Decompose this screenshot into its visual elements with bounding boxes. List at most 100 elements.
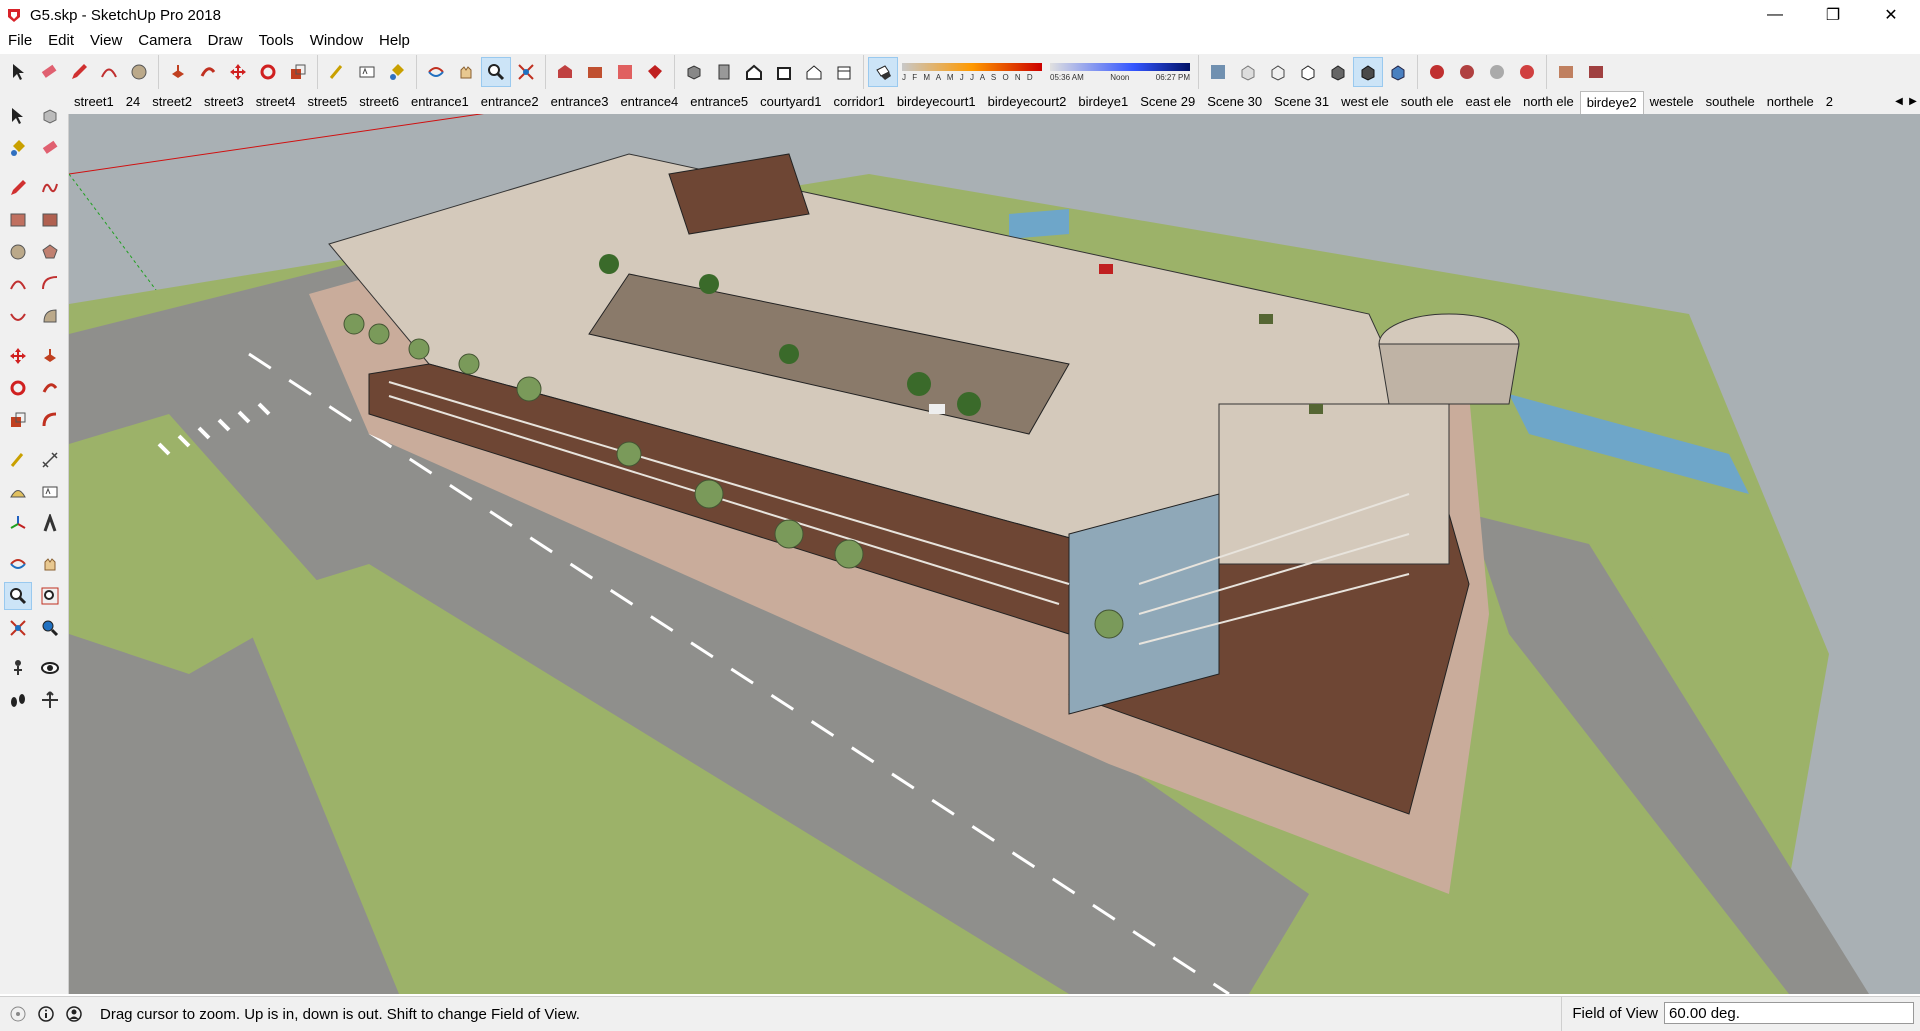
palette-scale-icon[interactable] [4,406,32,434]
palette-offset-icon[interactable] [36,406,64,434]
palette-select-icon[interactable] [4,102,32,130]
restore-button[interactable]: ❐ [1804,0,1862,30]
shadows-toggle-icon[interactable] [868,57,898,87]
model-viewport[interactable] [69,114,1920,994]
palette-circle-icon[interactable] [4,238,32,266]
palette-move-icon[interactable] [4,342,32,370]
menu-camera[interactable]: Camera [130,30,199,52]
scene-tab[interactable]: street6 [353,91,405,113]
shaded-textures-icon[interactable] [1353,57,1383,87]
palette-text-icon[interactable] [36,478,64,506]
scene-tab-active[interactable]: birdeye2 [1579,90,1644,114]
zoom-extents-icon[interactable] [511,57,541,87]
scene-tab[interactable]: entrance2 [475,91,545,113]
orbit-icon[interactable] [421,57,451,87]
minimize-button[interactable]: — [1746,0,1804,30]
scene-tab[interactable]: northele [1761,91,1820,113]
scene-tab[interactable]: 24 [120,91,146,113]
menu-window[interactable]: Window [302,30,371,52]
scene-tab[interactable]: Scene 29 [1134,91,1201,113]
back-edges-icon[interactable] [1233,57,1263,87]
palette-eraser-icon[interactable] [36,134,64,162]
palette-pie-icon[interactable] [36,302,64,330]
palette-line-icon[interactable] [4,174,32,202]
tape-measure-icon[interactable] [322,57,352,87]
extension-warehouse-icon[interactable] [580,57,610,87]
scene-tab[interactable]: street4 [250,91,302,113]
scene-tab[interactable]: corridor1 [828,91,891,113]
scale-tool-icon[interactable] [283,57,313,87]
select-tool-icon[interactable] [4,57,34,87]
palette-section-plane-icon[interactable] [36,686,64,714]
palette-zoom-window-icon[interactable] [36,582,64,610]
scene-tab[interactable]: street3 [198,91,250,113]
scene-tab[interactable]: street2 [146,91,198,113]
scene-tab[interactable]: north ele [1517,91,1580,113]
info-icon[interactable] [36,1004,56,1024]
xray-icon[interactable] [1203,57,1233,87]
palette-position-camera-icon[interactable] [4,654,32,682]
palette-rotate-icon[interactable] [4,374,32,402]
scene-tab[interactable]: entrance3 [545,91,615,113]
menu-view[interactable]: View [82,30,130,52]
palette-zoom-icon[interactable] [4,582,32,610]
scene-next-arrow-icon[interactable]: ▶ [1906,90,1920,114]
pan-icon[interactable] [451,57,481,87]
palette-2point-arc-icon[interactable] [36,270,64,298]
scene-tab[interactable]: birdeyecourt2 [982,91,1073,113]
palette-arc-icon[interactable] [4,270,32,298]
scene-tab[interactable]: east ele [1460,91,1518,113]
extension-4-icon[interactable] [1512,57,1542,87]
extension-3-icon[interactable] [1482,57,1512,87]
layout-icon[interactable] [610,57,640,87]
palette-pan-icon[interactable] [36,550,64,578]
palette-orbit-icon[interactable] [4,550,32,578]
scene-tab[interactable]: birdeye1 [1072,91,1134,113]
hidden-line-icon[interactable] [1293,57,1323,87]
scene-tab[interactable]: street1 [68,91,120,113]
front-view-icon[interactable] [739,57,769,87]
warehouse-icon[interactable] [550,57,580,87]
palette-tape-icon[interactable] [4,446,32,474]
wireframe-icon[interactable] [1263,57,1293,87]
menu-edit[interactable]: Edit [40,30,82,52]
arc-tool-icon[interactable] [94,57,124,87]
extension-6-icon[interactable] [1581,57,1611,87]
menu-draw[interactable]: Draw [200,30,251,52]
extension-1-icon[interactable] [1422,57,1452,87]
scene-tab[interactable]: entrance1 [405,91,475,113]
menu-help[interactable]: Help [371,30,418,52]
palette-previous-view-icon[interactable] [36,614,64,642]
palette-component-icon[interactable] [36,102,64,130]
menu-file[interactable]: File [0,30,40,52]
measurements-input[interactable] [1664,1002,1914,1024]
extension-5-icon[interactable] [1551,57,1581,87]
menu-tools[interactable]: Tools [251,30,302,52]
scene-tab[interactable]: southele [1700,91,1761,113]
palette-pushpull-icon[interactable] [36,342,64,370]
left-view-icon[interactable] [829,57,859,87]
palette-protractor-icon[interactable] [4,478,32,506]
ruby-console-icon[interactable] [640,57,670,87]
top-view-icon[interactable] [709,57,739,87]
scene-tab[interactable]: south ele [1395,91,1460,113]
scene-tab[interactable]: Scene 30 [1201,91,1268,113]
palette-3dtext-icon[interactable] [36,510,64,538]
right-view-icon[interactable] [769,57,799,87]
monochrome-icon[interactable] [1383,57,1413,87]
palette-polygon-icon[interactable] [36,238,64,266]
scene-tab[interactable]: Scene 31 [1268,91,1335,113]
scene-tab[interactable]: courtyard1 [754,91,827,113]
pencil-tool-icon[interactable] [64,57,94,87]
scene-tab[interactable]: birdeyecourt1 [891,91,982,113]
shaded-icon[interactable] [1323,57,1353,87]
palette-rotated-rect-icon[interactable] [36,206,64,234]
shadow-time-slider[interactable]: 05:36 AM Noon 06:27 PM [1050,62,1190,82]
geolocation-icon[interactable] [8,1004,28,1024]
scene-tab[interactable]: west ele [1335,91,1395,113]
iso-view-icon[interactable] [679,57,709,87]
paint-bucket-icon[interactable] [382,57,412,87]
zoom-icon[interactable] [481,57,511,87]
move-tool-icon[interactable] [223,57,253,87]
palette-look-around-icon[interactable] [36,654,64,682]
